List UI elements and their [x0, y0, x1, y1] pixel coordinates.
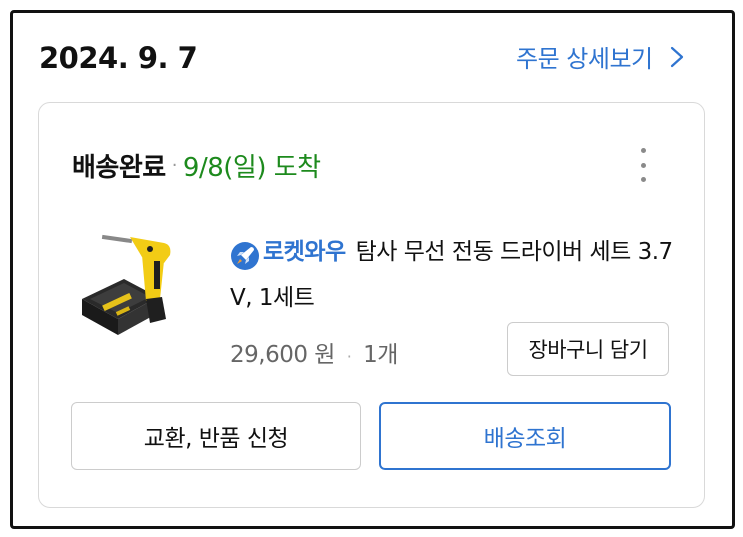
order-frame: 2024. 9. 7 주문 상세보기 배송완료 · 9/8(일) 도착 로켓와우… [10, 10, 735, 529]
order-detail-link[interactable]: 주문 상세보기 [516, 39, 685, 74]
order-date: 2024. 9. 7 [39, 41, 198, 75]
product-quantity: 1개 [363, 342, 398, 368]
add-to-cart-button[interactable]: 장바구니 담기 [507, 322, 669, 376]
arrival-date: 9/8(일) 도착 [182, 153, 321, 183]
product-price: 29,600 원 [230, 342, 335, 368]
order-card: 배송완료 · 9/8(일) 도착 로켓와우 탐사 무선 전동 드라이버 세트 3… [38, 102, 705, 508]
product-title[interactable]: 로켓와우 탐사 무선 전동 드라이버 세트 3.7 V, 1세트 [230, 229, 680, 321]
exchange-return-button[interactable]: 교환, 반품 신청 [71, 402, 361, 470]
product-image[interactable] [72, 227, 192, 352]
rocket-icon [231, 242, 259, 270]
price-row: 29,600 원 · 1개 [230, 335, 398, 369]
price-separator: · [346, 347, 352, 366]
status-separator: · [171, 155, 178, 176]
rocket-wow-label: 로켓와우 [263, 239, 346, 265]
track-delivery-button[interactable]: 배송조회 [379, 402, 671, 470]
rocket-wow-badge: 로켓와우 [230, 229, 356, 275]
delivery-status: 배송완료 [72, 153, 166, 183]
order-detail-label: 주문 상세보기 [516, 45, 653, 73]
more-options-icon[interactable] [631, 148, 655, 182]
delivery-status-row: 배송완료 · 9/8(일) 도착 [72, 147, 321, 184]
chevron-right-icon [670, 46, 683, 67]
